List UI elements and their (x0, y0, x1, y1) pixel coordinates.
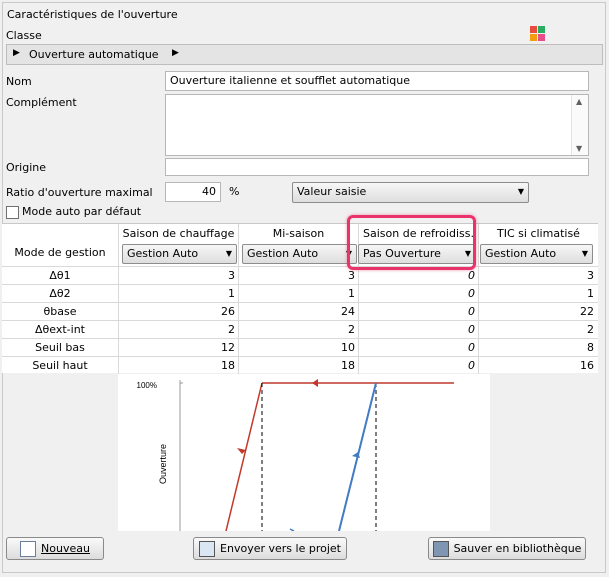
cell-value[interactable]: 18 (119, 359, 235, 372)
opening-chart: 100% Ouverture (118, 374, 490, 531)
red-rising-line (225, 382, 263, 531)
submenu-arrow-icon[interactable]: ▶ (172, 48, 179, 58)
cell-value[interactable]: 0 (359, 287, 475, 300)
group-title: Caractéristiques de l'ouverture (7, 8, 178, 21)
y-axis-label: Ouverture (158, 444, 168, 484)
cell-value[interactable]: 0 (359, 341, 475, 354)
scroll-up-icon[interactable]: ▲ (576, 97, 582, 106)
mode-auto-checkbox[interactable] (6, 206, 19, 219)
mode-dropdown-chauffage[interactable]: Gestion Auto ▼ (122, 244, 237, 264)
send-icon (199, 540, 216, 557)
cell-value[interactable]: 2 (239, 323, 355, 336)
cell-value[interactable]: 22 (479, 305, 594, 318)
save-library-button[interactable]: Sauver en bibliothèque (428, 537, 586, 560)
scroll-down-icon[interactable]: ▼ (576, 144, 582, 153)
row-header: Mode de gestion (14, 246, 106, 259)
save-icon (432, 540, 449, 557)
row-label: Seuil haut (32, 359, 88, 372)
complement-label: Complément (6, 96, 77, 109)
ratio-source-value: Valeur saisie (297, 185, 367, 198)
cell-value[interactable]: 3 (119, 269, 235, 282)
cell-value[interactable]: 3 (239, 269, 355, 282)
classe-value: Ouverture automatique (29, 48, 159, 61)
cell-value[interactable]: 10 (239, 341, 355, 354)
nom-label: Nom (6, 75, 32, 88)
cell-value[interactable]: 0 (359, 305, 475, 318)
ratio-unit: % (229, 185, 240, 198)
col-header-misaison: Mi-saison (272, 227, 325, 240)
ratio-label: Ratio d'ouverture maximal (6, 186, 153, 199)
cell-value[interactable]: 26 (119, 305, 235, 318)
cell-value[interactable]: 12 (119, 341, 235, 354)
send-button-label: Envoyer vers le projet (220, 542, 341, 555)
row-label: Δθ1 (49, 269, 71, 282)
cell-value[interactable]: 0 (359, 359, 475, 372)
chevron-down-icon: ▼ (225, 249, 232, 258)
mode-dropdown-tic[interactable]: Gestion Auto ▼ (480, 244, 593, 264)
chart-svg: 100% Ouverture (137, 379, 454, 531)
row-label: Δθext-int (35, 323, 85, 336)
col-header-tic: TIC si climatisé (497, 227, 580, 240)
mode-value: Gestion Auto (485, 247, 557, 260)
cell-value[interactable]: 8 (479, 341, 594, 354)
red-arrow-left (312, 379, 318, 387)
row-label: θbase (43, 305, 77, 318)
nom-input[interactable]: Ouverture italienne et soufflet automati… (165, 71, 589, 91)
cell-value[interactable]: 1 (119, 287, 235, 300)
color-grid-icon (530, 26, 545, 41)
cell-value[interactable]: 0 (359, 323, 475, 336)
cell-value[interactable]: 3 (479, 269, 594, 282)
cell-value[interactable]: 18 (239, 359, 355, 372)
new-document-icon (20, 540, 37, 557)
expand-arrow-icon[interactable]: ▶ (13, 48, 20, 58)
cell-value[interactable]: 24 (239, 305, 355, 318)
ratio-source-dropdown[interactable]: Valeur saisie ▼ (292, 182, 529, 203)
cell-value[interactable]: 1 (239, 287, 355, 300)
mode-dropdown-misaison[interactable]: Gestion Auto ▼ (242, 244, 357, 264)
classe-label: Classe (6, 29, 42, 42)
ratio-input[interactable]: 40 (165, 182, 221, 202)
row-label: Seuil bas (35, 341, 85, 354)
cell-value[interactable]: 16 (479, 359, 594, 372)
origine-label: Origine (6, 161, 47, 174)
cell-value[interactable]: 0 (359, 269, 475, 282)
chevron-down-icon: ▼ (581, 249, 588, 258)
new-button[interactable]: Nouveau (6, 537, 104, 560)
cell-value[interactable]: 2 (119, 323, 235, 336)
row-label: Δθ2 (49, 287, 71, 300)
cell-value[interactable]: 1 (479, 287, 594, 300)
col-header-chauffage: Saison de chauffage (122, 227, 235, 240)
chevron-down-icon: ▼ (517, 187, 524, 196)
classe-selector[interactable]: ▶ Ouverture automatique ▶ (6, 44, 603, 65)
complement-textarea[interactable]: ▲ ▼ (165, 94, 589, 156)
mode-auto-label: Mode auto par défaut (22, 205, 142, 218)
highlight-annotation (347, 215, 476, 270)
y-tick-100: 100% (137, 381, 157, 390)
send-to-project-button[interactable]: Envoyer vers le projet (193, 537, 347, 560)
blue-fragment (289, 528, 295, 531)
origine-input[interactable] (165, 158, 589, 176)
mode-table: Mode de gestion Saison de chauffage Mi-s… (2, 223, 598, 374)
complement-scrollbar[interactable]: ▲ ▼ (571, 95, 588, 155)
save-button-label: Sauver en bibliothèque (453, 542, 582, 555)
cell-value[interactable]: 2 (479, 323, 594, 336)
mode-value: Gestion Auto (247, 247, 319, 260)
mode-value: Gestion Auto (127, 247, 199, 260)
new-button-label: Nouveau (41, 542, 90, 555)
